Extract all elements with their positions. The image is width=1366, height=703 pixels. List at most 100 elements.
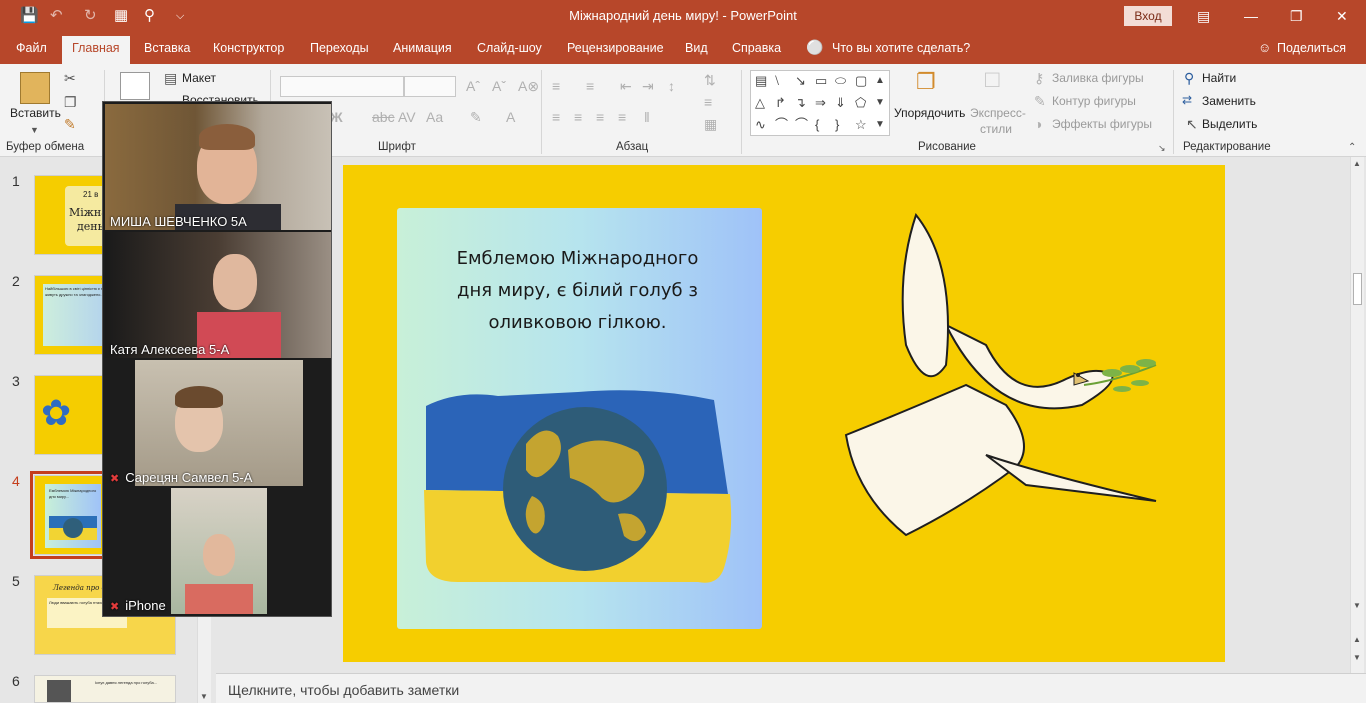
bullets-icon[interactable]: ≡ xyxy=(552,78,560,94)
video-tile[interactable]: МИША ШЕВЧЕНКО 5А xyxy=(105,104,331,230)
arc-shape-icon[interactable]: ⌒ xyxy=(795,118,808,132)
next-slide-icon[interactable]: ▼ xyxy=(1353,653,1361,662)
new-slide-icon[interactable] xyxy=(120,72,150,100)
notes-pane[interactable]: Щелкните, чтобы добавить заметки xyxy=(216,673,1366,703)
shape-effects-button[interactable]: Эффекты фигуры xyxy=(1052,117,1152,131)
quick-styles-label-1[interactable]: Экспресс- xyxy=(970,106,1026,120)
change-case-icon[interactable]: Aa xyxy=(426,109,443,125)
text-direction-icon[interactable]: ⇅ xyxy=(704,72,716,88)
tab-transitions[interactable]: Переходы xyxy=(310,41,369,55)
align-left-icon[interactable]: ≡ xyxy=(552,109,560,125)
slide-text-box[interactable]: Емблемою Міжнародного дня миру, є білий … xyxy=(440,243,715,339)
numbering-icon[interactable]: ≡ xyxy=(586,78,594,94)
line-shape-icon[interactable]: ⧵ xyxy=(775,74,779,88)
arrow-line-shape-icon[interactable]: ↘ xyxy=(795,74,806,88)
format-painter-icon[interactable]: ✎ xyxy=(64,116,76,132)
rounded-rect-shape-icon[interactable]: ▢ xyxy=(855,74,867,88)
notes-placeholder[interactable]: Щелкните, чтобы добавить заметки xyxy=(228,682,459,698)
tab-design[interactable]: Конструктор xyxy=(213,41,284,55)
tab-home[interactable]: Главная xyxy=(62,36,130,64)
clipboard-icon[interactable] xyxy=(20,72,50,104)
video-tile[interactable]: ✖ iPhone xyxy=(105,488,331,614)
star-shape-icon[interactable]: ☆ xyxy=(855,118,867,132)
minimize-icon[interactable]: — xyxy=(1244,6,1258,26)
down-arrow-shape-icon[interactable]: ⇓ xyxy=(835,96,846,110)
replace-button[interactable]: Заменить xyxy=(1202,94,1256,108)
layout-icon[interactable]: ▤ xyxy=(164,70,177,86)
tab-animations[interactable]: Анимация xyxy=(393,41,452,55)
clear-format-icon[interactable]: A⊗ xyxy=(518,78,539,94)
freeform-shape-icon[interactable]: ∿ xyxy=(755,118,766,132)
right-arrow-shape-icon[interactable]: ⇒ xyxy=(815,96,826,110)
select-button[interactable]: Выделить xyxy=(1202,117,1257,131)
align-right-icon[interactable]: ≡ xyxy=(596,109,604,125)
elbow-connector-icon[interactable]: ↱ xyxy=(775,96,786,110)
textbox-shape-icon[interactable]: ▤ xyxy=(755,74,767,88)
gallery-down-icon[interactable]: ▼ xyxy=(875,96,885,110)
line-spacing-icon[interactable]: ↕ xyxy=(668,78,675,94)
cut-icon[interactable]: ✂ xyxy=(64,70,76,86)
scroll-thumb[interactable] xyxy=(1353,273,1362,305)
drawing-launcher-icon[interactable]: ↘ xyxy=(1158,140,1166,156)
shapes-gallery[interactable]: ▤ ⧵ ↘ ▭ ⬭ ▢ △ ↱ ↴ ⇒ ⇓ ⬠ ∿ ⌒ ⌒ { } ☆ ▲ ▼ xyxy=(750,70,890,136)
font-name-combo[interactable] xyxy=(280,76,404,97)
signin-button[interactable]: Вход xyxy=(1124,6,1172,26)
right-brace-shape-icon[interactable]: } xyxy=(835,118,839,132)
decrease-indent-icon[interactable]: ⇤ xyxy=(620,78,632,94)
quick-styles-label-2[interactable]: стили xyxy=(980,122,1012,136)
decrease-font-icon[interactable]: Aˇ xyxy=(492,78,506,94)
slide-thumbnail[interactable]: Існує давня легенда про голуба... xyxy=(34,675,176,703)
find-button[interactable]: Найти xyxy=(1202,71,1236,85)
highlight-icon[interactable]: ✎ xyxy=(470,109,482,125)
gallery-up-icon[interactable]: ▲ xyxy=(875,74,885,88)
tab-help[interactable]: Справка xyxy=(732,41,781,55)
participant-shirt xyxy=(185,584,253,614)
tab-insert[interactable]: Вставка xyxy=(144,41,190,55)
layout-button[interactable]: Макет xyxy=(182,71,216,85)
chevron-down-icon[interactable]: ▼ xyxy=(30,122,39,138)
video-tile[interactable]: ✖ Сарецян Самвел 5-А xyxy=(105,360,331,486)
ribbon-display-icon[interactable]: ▤ xyxy=(1197,6,1210,26)
paste-button[interactable]: Вставить xyxy=(10,106,61,120)
smartart-icon[interactable]: ▦ xyxy=(704,116,717,132)
tab-file[interactable]: Файл xyxy=(16,41,47,55)
char-spacing-icon[interactable]: AV xyxy=(398,109,416,125)
pentagon-shape-icon[interactable]: ⬠ xyxy=(855,96,866,110)
font-size-combo[interactable] xyxy=(404,76,456,97)
arrange-icon[interactable]: ❐ xyxy=(916,71,936,93)
align-text-icon[interactable]: ≡ xyxy=(704,94,712,110)
left-brace-shape-icon[interactable]: { xyxy=(815,118,819,132)
shape-fill-button[interactable]: Заливка фигуры xyxy=(1052,71,1144,85)
oval-shape-icon[interactable]: ⬭ xyxy=(835,74,846,88)
strikethrough-icon[interactable]: abc xyxy=(372,109,395,125)
collapse-ribbon-icon[interactable]: ⌃ xyxy=(1348,140,1356,156)
copy-icon[interactable]: ❐ xyxy=(64,94,77,110)
maximize-icon[interactable]: ❐ xyxy=(1290,6,1303,26)
previous-slide-icon[interactable]: ▲ xyxy=(1353,635,1361,644)
increase-font-icon[interactable]: Aˆ xyxy=(466,78,480,94)
elbow-arrow-icon[interactable]: ↴ xyxy=(795,96,806,110)
shape-outline-button[interactable]: Контур фигуры xyxy=(1052,94,1136,108)
scroll-down-icon[interactable]: ▼ xyxy=(200,692,208,701)
gallery-more-icon[interactable]: ▼ xyxy=(875,118,885,132)
video-tile[interactable]: Катя Алексеева 5-А xyxy=(105,232,331,358)
rectangle-shape-icon[interactable]: ▭ xyxy=(815,74,827,88)
tab-slideshow[interactable]: Слайд-шоу xyxy=(477,41,542,55)
justify-icon[interactable]: ≡ xyxy=(618,109,626,125)
slide-scrollbar[interactable]: ▲ ▼ ▲ ▼ xyxy=(1350,157,1364,673)
tell-me-search[interactable]: Что вы хотите сделать? xyxy=(832,41,970,55)
share-button[interactable]: Поделиться xyxy=(1277,41,1346,55)
increase-indent-icon[interactable]: ⇥ xyxy=(642,78,654,94)
tab-review[interactable]: Рецензирование xyxy=(567,41,664,55)
columns-icon[interactable]: ‖ xyxy=(644,109,650,125)
tab-view[interactable]: Вид xyxy=(685,41,708,55)
align-center-icon[interactable]: ≡ xyxy=(574,109,582,125)
triangle-shape-icon[interactable]: △ xyxy=(755,96,765,110)
arrange-button[interactable]: Упорядочить xyxy=(894,106,965,120)
scroll-up-icon[interactable]: ▲ xyxy=(1353,159,1361,168)
scroll-down-icon[interactable]: ▼ xyxy=(1353,601,1361,610)
close-icon[interactable]: ✕ xyxy=(1336,6,1348,26)
quick-styles-icon[interactable]: □ xyxy=(985,68,1000,92)
font-color-icon[interactable]: A xyxy=(506,109,515,125)
curve-shape-icon[interactable]: ⌒ xyxy=(775,118,788,132)
